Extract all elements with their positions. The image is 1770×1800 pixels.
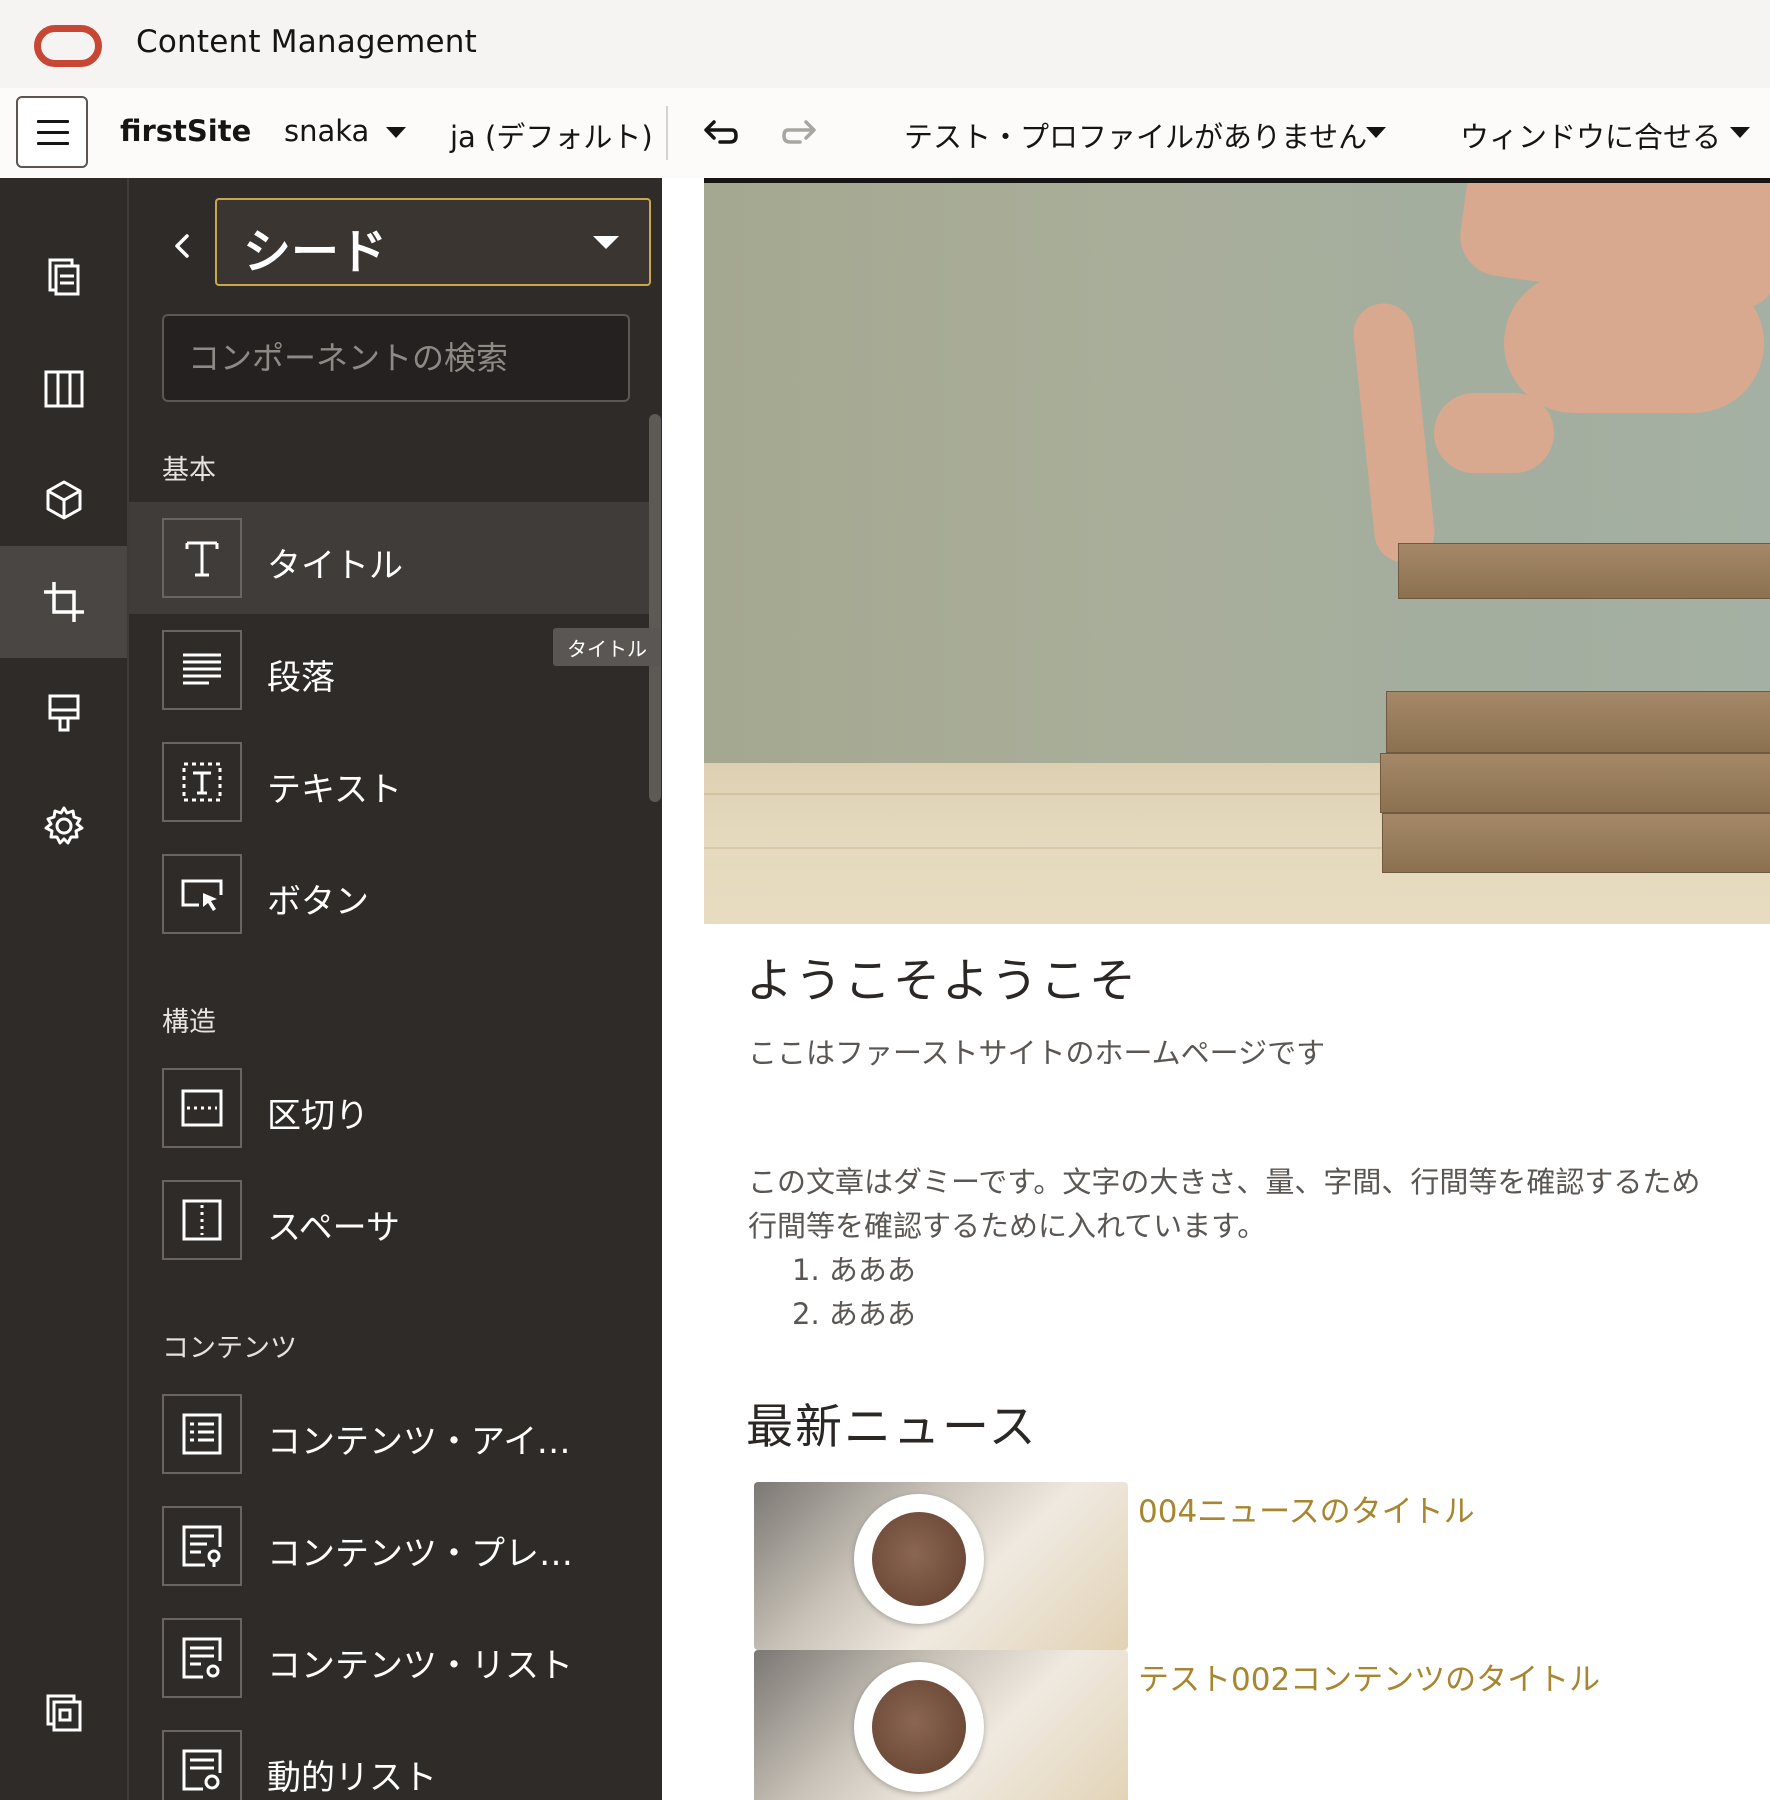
news-title-link[interactable]: テスト002コンテンツのタイトル [1138, 1654, 1600, 1699]
component-label: ボタン [267, 882, 369, 922]
spacer-icon [162, 1180, 242, 1260]
news-title-link[interactable]: 004ニュースのタイトル [1138, 1486, 1475, 1531]
component-label: タイトル [267, 546, 403, 586]
drawer-scrollbar[interactable] [649, 414, 661, 802]
user-chevron-down-icon[interactable] [386, 127, 406, 138]
paragraph-line: 行間等を確認するために入れています。 [748, 1209, 1267, 1243]
back-chevron-left-icon[interactable] [167, 226, 195, 266]
news-item[interactable]: 004ニュースのタイトル [754, 1482, 1754, 1650]
text-icon [162, 742, 242, 822]
component-label: コンテンツ・プレー… [267, 1534, 597, 1574]
component-content-item[interactable]: コンテンツ・アイテム [129, 1378, 649, 1490]
layout-columns-icon[interactable] [0, 332, 127, 444]
app-header: Content Management [0, 0, 1770, 88]
component-spacer[interactable]: スペーサ [129, 1164, 649, 1276]
language-dropdown[interactable]: ja (デフォルト) [450, 114, 653, 156]
list-item: 1. あああ [792, 1253, 916, 1287]
component-dynamic-list[interactable]: 動的リスト [129, 1714, 649, 1800]
title-T-icon [162, 518, 242, 598]
page-subheading[interactable]: ここはファーストサイトのホームページです [748, 1030, 1325, 1072]
section-label-content: コンテンツ [162, 1333, 297, 1364]
section-label-basic: 基本 [162, 455, 216, 486]
site-name: firstSite [120, 114, 252, 148]
component-content-placeholder[interactable]: コンテンツ・プレー… [129, 1490, 649, 1602]
news-item[interactable]: テスト002コンテンツのタイトル [754, 1650, 1754, 1800]
crop-icon[interactable] [0, 546, 127, 658]
section-label-structure: 構造 [162, 1007, 216, 1038]
paragraph-line: この文章はダミーです。文字の大きさ、量、字間、行間等を確認するため [748, 1165, 1701, 1199]
undo-icon[interactable] [698, 110, 742, 154]
page-ordered-list[interactable]: 1. あああ 2. あああ [792, 1248, 916, 1336]
component-label: テキスト [267, 770, 402, 810]
settings-gear-icon[interactable] [0, 770, 127, 882]
component-content-list[interactable]: コンテンツ・リスト [129, 1602, 649, 1714]
redo-icon[interactable] [778, 110, 822, 154]
component-label: 動的リスト [267, 1758, 437, 1798]
content-placeholder-icon [162, 1506, 242, 1586]
page-paragraph[interactable]: この文章はダミーです。文字の大きさ、量、字間、行間等を確認するため 行間等を確認… [748, 1160, 1770, 1248]
component-tooltip: タイトル [553, 628, 661, 666]
component-label: 区切り [267, 1096, 369, 1136]
component-text[interactable]: テキスト [129, 726, 649, 838]
fit-window-chevron-down-icon[interactable] [1730, 127, 1750, 138]
paragraph-icon [162, 630, 242, 710]
test-profile-chevron-down-icon[interactable] [1366, 127, 1386, 138]
component-button[interactable]: ボタン [129, 838, 649, 950]
component-label: 段落 [267, 658, 335, 698]
test-profile-dropdown[interactable]: テスト・プロファイルがありません [904, 114, 1367, 156]
theme-select[interactable]: シード [215, 198, 651, 286]
component-label: スペーサ [267, 1208, 400, 1248]
component-divider[interactable]: 区切り [129, 1052, 649, 1164]
theme-brush-icon[interactable] [0, 658, 127, 770]
content-item-icon [162, 1394, 242, 1474]
component-label: コンテンツ・リスト [267, 1646, 573, 1686]
pages-icon[interactable] [0, 220, 127, 332]
content-list-icon [162, 1618, 242, 1698]
hero-image[interactable] [704, 178, 1770, 924]
button-icon [162, 854, 242, 934]
news-thumbnail[interactable] [754, 1650, 1128, 1800]
components-drawer: シード 基本 タイトル 段落 テキスト ボタン 構造 区切り [129, 178, 662, 1800]
user-dropdown[interactable]: snaka [284, 114, 369, 148]
page-canvas: ようこそようこそ ここはファーストサイトのホームページです この文章はダミーです… [662, 178, 1770, 1800]
sections-icon[interactable] [0, 1656, 127, 1768]
list-item: 2. あああ [792, 1297, 916, 1331]
components-cube-icon[interactable] [0, 444, 127, 556]
hamburger-menu-button[interactable] [16, 96, 88, 168]
theme-select-value: シード [243, 224, 388, 280]
component-label: コンテンツ・アイテム [267, 1422, 597, 1462]
news-thumbnail[interactable] [754, 1482, 1128, 1650]
news-heading[interactable]: 最新ニュース [746, 1388, 1038, 1457]
theme-chevron-down-icon [593, 236, 619, 249]
site-toolbar: firstSite snaka ja (デフォルト) テスト・プロファイルがあり… [0, 88, 1770, 178]
component-title[interactable]: タイトル [129, 502, 649, 614]
fit-window-dropdown[interactable]: ウィンドウに合せる [1460, 114, 1721, 156]
oracle-logo [34, 25, 102, 67]
nav-rail [0, 178, 129, 1800]
page-heading[interactable]: ようこそようこそ [746, 942, 1138, 1011]
toolbar-divider [666, 106, 668, 160]
divider-icon [162, 1068, 242, 1148]
app-title: Content Management [136, 24, 477, 60]
dynamic-list-icon [162, 1730, 242, 1800]
component-search-input[interactable] [162, 314, 630, 402]
